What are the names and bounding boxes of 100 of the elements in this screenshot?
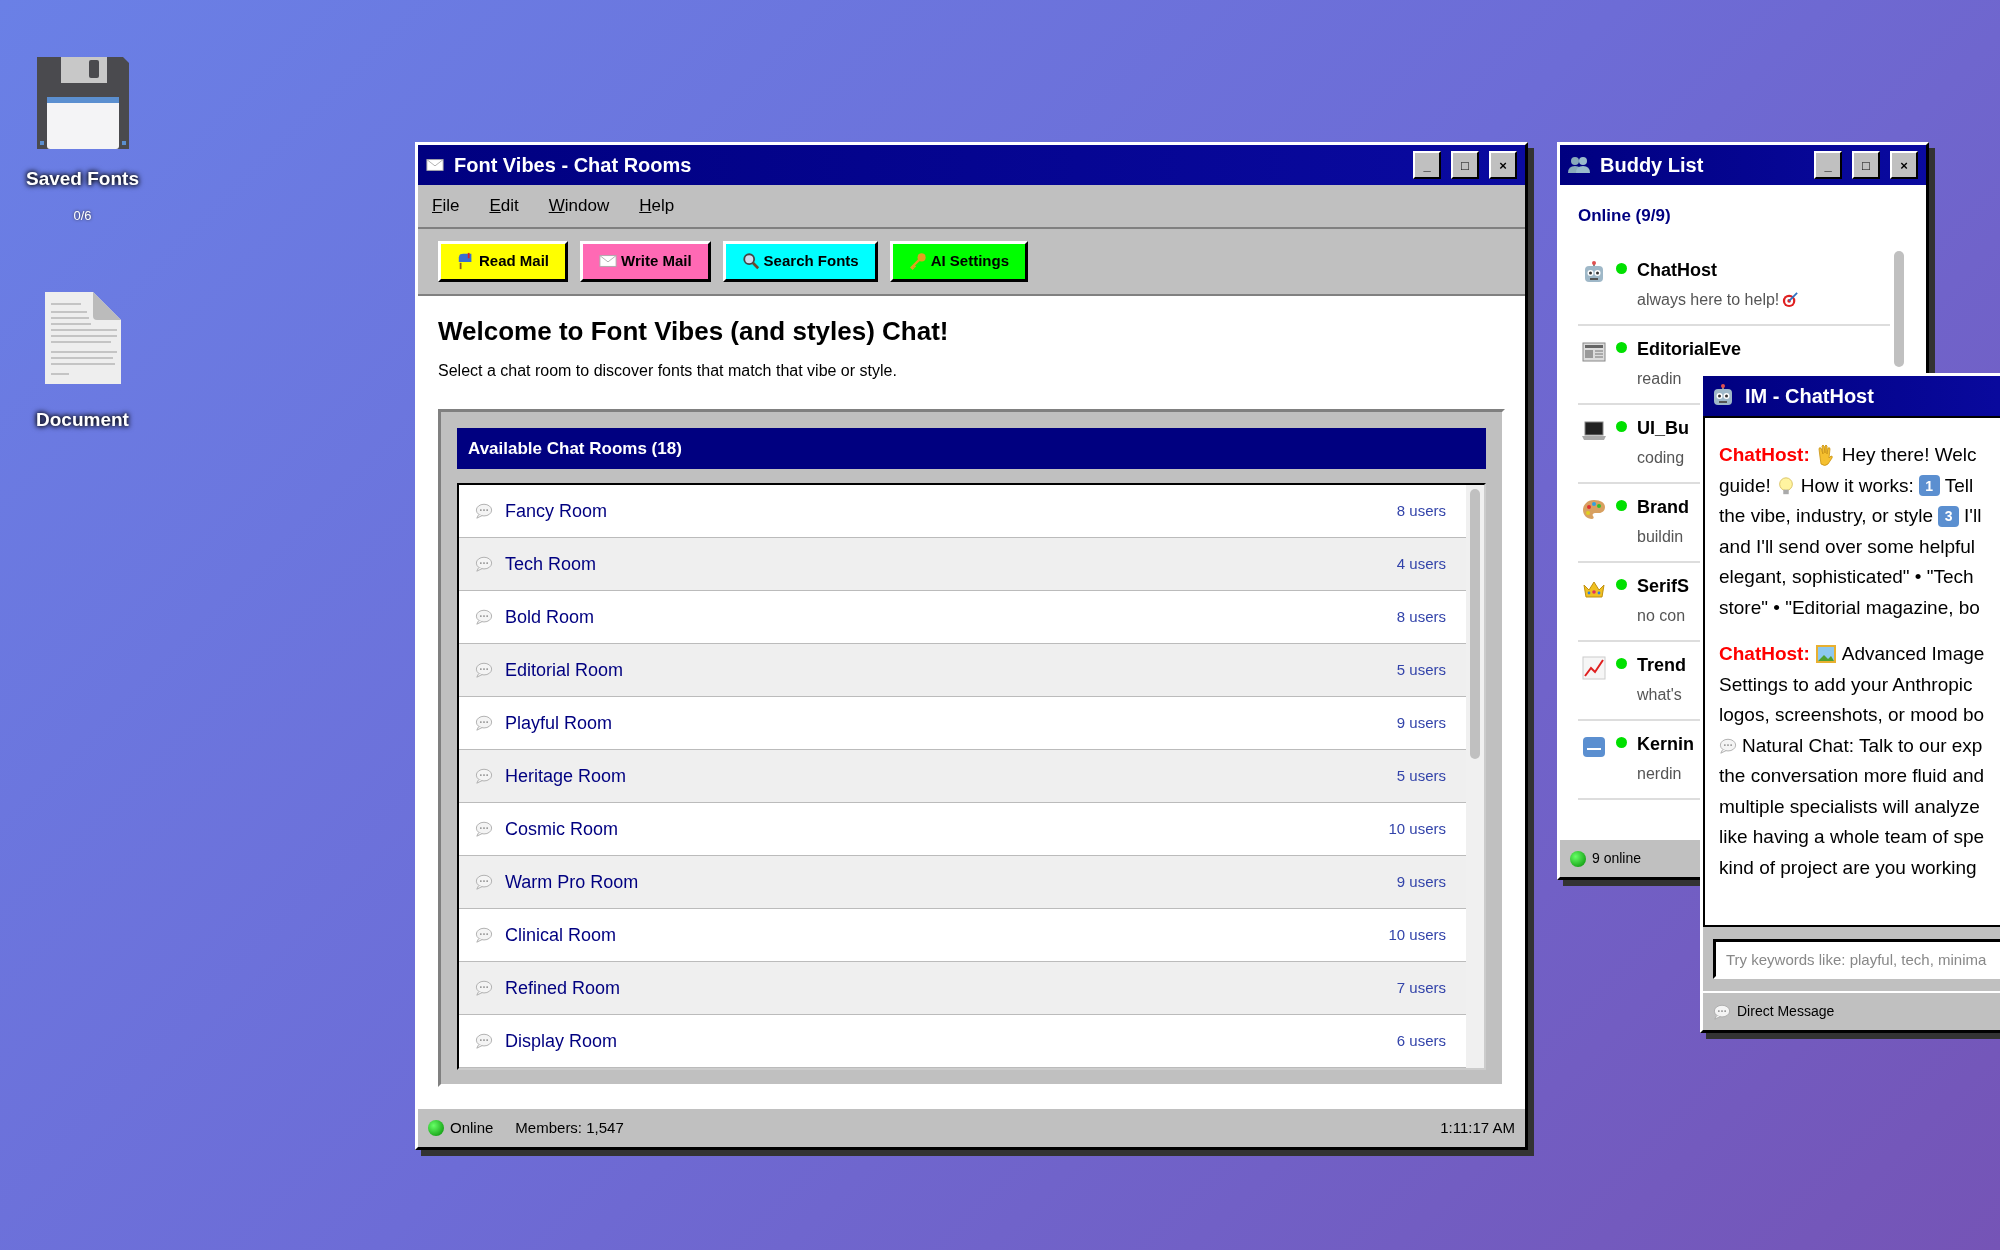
menu-item[interactable]: Window [548,193,610,219]
online-count: 9 online [1592,849,1642,868]
message-text: guide! [1719,473,1771,498]
footer-text: Direct Message [1737,1002,1835,1021]
message-text: logos, screenshots, or mood bo [1719,703,1985,727]
welcome-text: Select a chat room to discover fonts that match that vibe or style. [438,360,898,381]
toolbar-button[interactable]: Write Mail [580,240,711,282]
chat-bubble-icon [475,926,493,945]
icon-label[interactable]: Saved Fonts [26,165,139,194]
room-row[interactable]: Display Room 6 users [459,1015,1466,1069]
user-count: 5 users [1396,659,1446,680]
panel-header: Available Chat Rooms (18) [457,427,1486,470]
toolbar-button[interactable]: Read Mail [438,240,569,282]
message-input[interactable]: Try keywords like: playful, tech, minima [1713,939,2000,979]
envelope-icon [599,252,618,270]
menu-item[interactable]: Edit [489,193,519,219]
menu-item[interactable]: File [432,193,460,219]
room-name: Heritage Room [505,764,628,788]
message-text: store" • "Editorial magazine, bo [1719,595,1980,620]
room-name: Cosmic Room [505,817,620,841]
buddy-status: buildin [1637,526,1684,547]
message-text: and I'll send over some helpful [1719,534,1976,559]
message-text: Natural Chat: Talk to our exp [1742,733,1983,758]
speech-bubble-icon [1713,1002,1731,1021]
search-icon [741,252,760,270]
robot-icon [1582,260,1606,285]
status-dot-icon [428,1119,444,1136]
menu-item[interactable]: Help [639,193,675,219]
chat-bubble-icon [475,820,493,839]
room-name: Display Room [505,1029,619,1053]
message-text: multiple specialists will analyze [1719,794,1980,819]
room-row[interactable]: Editorial Room 5 users [459,644,1466,698]
toolbar-button[interactable]: AI Settings [889,240,1028,282]
clock-text: 1:11:17 AM [1440,1117,1515,1138]
buddy-status: readin [1637,368,1682,389]
room-name: Playful Room [505,711,614,735]
buddy-name: SerifS [1637,574,1690,598]
message-text: I'll [1964,504,1982,528]
maximize-button[interactable]: □ [1451,151,1479,179]
message-text: Advanced Image [1841,642,1985,666]
picture-icon [1814,643,1837,666]
group-header[interactable]: Online (9/9) [1578,203,1908,229]
chat-bubble-icon [475,608,493,627]
message-text: How it works: [1800,473,1914,498]
chat-bubble-icon [475,502,493,521]
message-text: elegant, sophisticated" • "Tech [1719,565,1974,589]
status-dot-icon [1570,850,1586,867]
chat-bubble-icon [475,661,493,680]
minimize-button[interactable]: _ [1814,151,1842,179]
buddy-status: nerdin [1637,763,1682,784]
chat-bubble-icon [475,714,493,733]
close-button[interactable]: × [1890,151,1918,179]
message-text: the conversation more fluid and [1719,764,1985,788]
chat-bubble-icon [475,873,493,892]
chat-bubble-icon [475,979,493,998]
laptop-icon [1582,418,1606,443]
room-row[interactable]: Tech Room 4 users [459,538,1466,592]
user-count: 5 users [1396,765,1446,786]
minimize-button[interactable]: _ [1413,151,1441,179]
user-count: 6 users [1396,1030,1446,1051]
maximize-button[interactable]: □ [1852,151,1880,179]
key-icon [908,252,927,270]
buddy-status: coding [1637,447,1685,468]
message-text: like having a whole team of spe [1719,825,1985,849]
welcome-heading: Welcome to Font Vibes (and styles) Chat! [438,315,950,347]
user-count: 7 users [1396,977,1446,998]
sender-name: ChatHost: [1719,642,1810,666]
room-name: Fancy Room [505,499,609,523]
speech-bubble-icon [1719,736,1737,755]
room-name: Editorial Room [505,658,625,682]
buddy-status: always here to help! [1637,289,1780,310]
close-button[interactable]: × [1489,151,1517,179]
buddy-name: Kernin [1637,732,1694,756]
buddy-name: UI_Bu [1637,416,1689,440]
toolbar-button[interactable]: Search Fonts [722,240,878,282]
user-count: 10 users [1388,818,1446,839]
window-title: Buddy List [1600,153,1705,178]
buddy-status: what's [1637,684,1682,705]
icon-label[interactable]: Document [36,406,129,435]
envelope-icon [426,156,444,174]
scrollbar[interactable] [1466,485,1484,1069]
room-row[interactable]: Heritage Room 5 users [459,750,1466,804]
chat-bubble-icon [475,767,493,786]
user-count: 8 users [1396,500,1446,521]
buddy-status: no con [1637,605,1686,626]
room-row[interactable]: Warm Pro Room 9 users [459,856,1466,910]
count-label: 0/6 [73,206,92,225]
user-count: 9 users [1396,871,1446,892]
buddy-name: Trend [1637,653,1686,677]
message-text: kind of project are you working [1719,855,1977,880]
palette-icon [1582,497,1606,522]
message-text: Hey there! Welc [1841,443,1977,467]
member-count: Members: 1,547 [515,1117,625,1138]
room-row[interactable]: Refined Room 7 users [459,962,1466,1016]
document-icon [42,290,123,386]
status-text: Online [450,1117,494,1138]
keycap-number: 1 [1918,475,1940,497]
room-name: Refined Room [505,976,622,1000]
user-count: 10 users [1388,924,1446,945]
room-name: Warm Pro Room [505,870,640,894]
